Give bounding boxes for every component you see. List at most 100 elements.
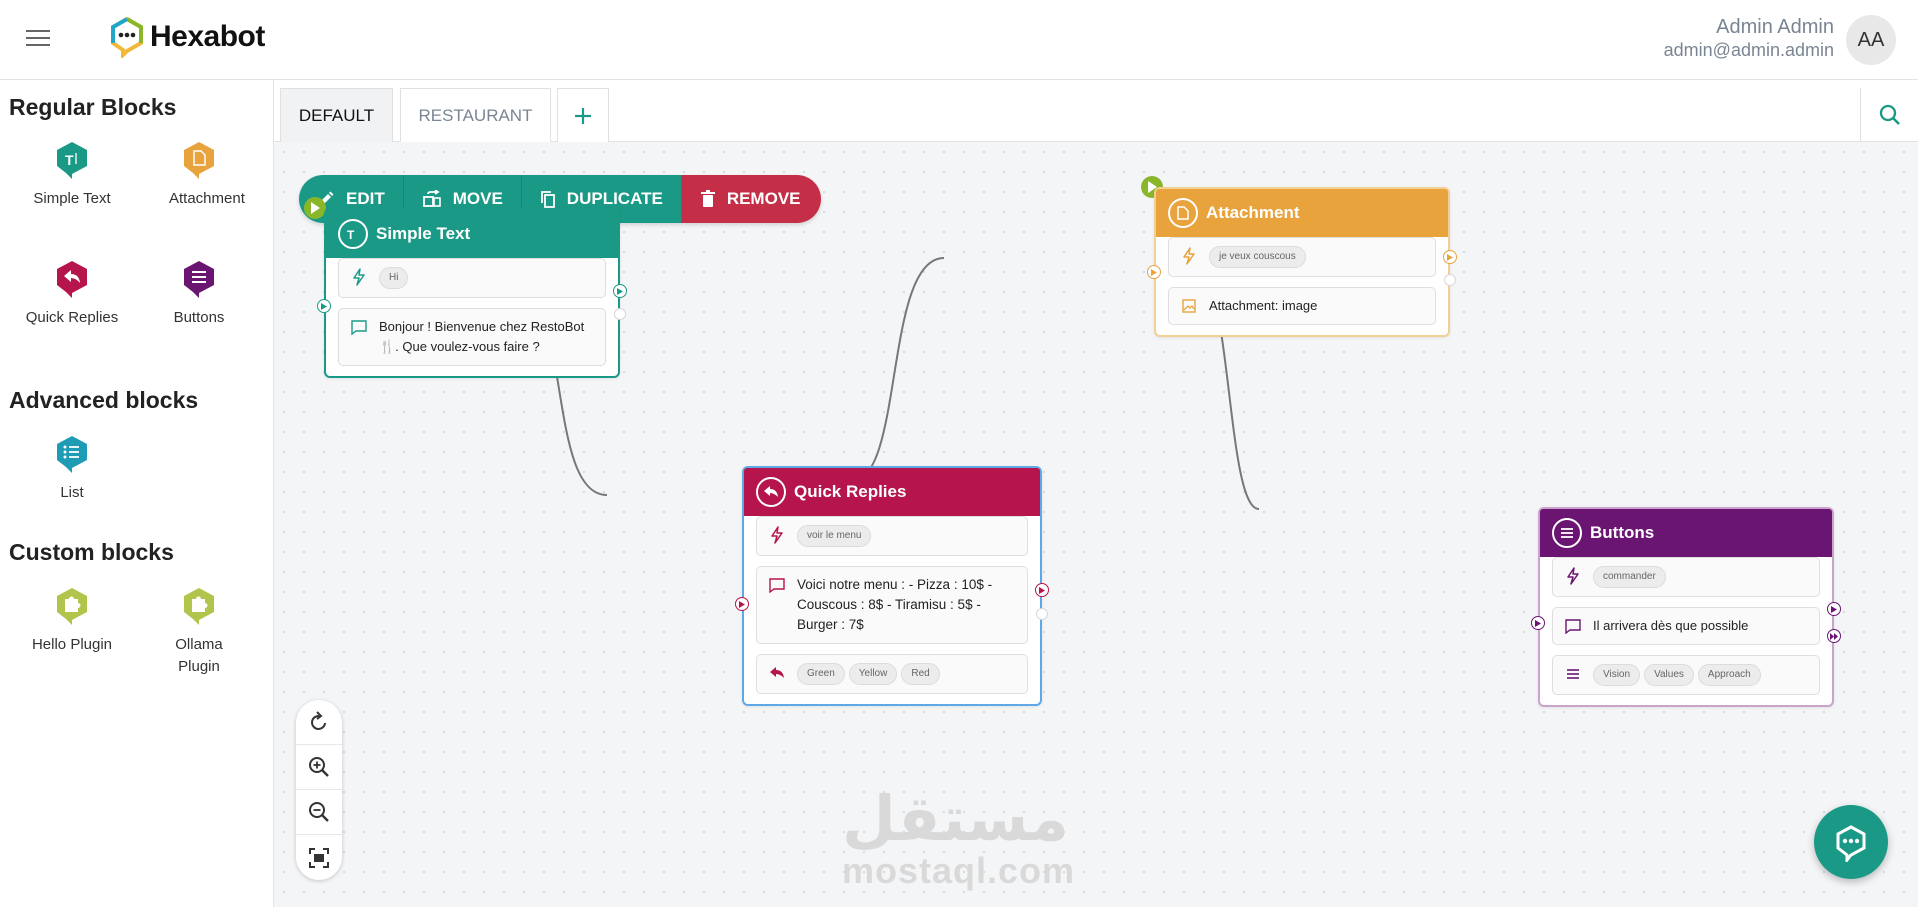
bolt-icon	[1179, 246, 1199, 266]
node-attachment[interactable]: Attachment je veux couscous Attachment: …	[1147, 187, 1457, 337]
block-attachment[interactable]: Attachment	[139, 140, 259, 210]
block-label: Simple Text	[33, 190, 111, 207]
buttons-icon	[1552, 518, 1582, 548]
node-simple-text[interactable]: T Simple Text Hi Bonjour ! Bienvenue che…	[317, 208, 627, 378]
move-label: MOVE	[452, 189, 503, 208]
section-title: Regular Blocks	[9, 94, 177, 120]
trigger-row: voir le menu	[756, 516, 1028, 556]
quick-replies-row: Green Yellow Red	[756, 654, 1028, 694]
list-icon	[57, 436, 87, 473]
block-quick-replies[interactable]: Quick Replies	[12, 259, 132, 329]
block-hello-plugin[interactable]: Hello Plugin	[12, 586, 132, 656]
start-icon	[304, 197, 326, 219]
next-port[interactable]	[1444, 274, 1456, 286]
puzzle-icon	[184, 588, 214, 625]
input-port[interactable]	[1147, 265, 1161, 279]
message-row: Attachment: image	[1168, 287, 1436, 325]
add-tab-button[interactable]	[557, 88, 609, 142]
message-text: Voici notre menu : - Pizza : 10$ - Cousc…	[797, 577, 993, 632]
attachment-icon	[184, 142, 214, 179]
message-row: Il arrivera dès que possible	[1552, 607, 1820, 645]
watermark-arabic: مستقل	[842, 785, 1069, 854]
input-port[interactable]	[1531, 616, 1545, 630]
button-chip: Vision	[1593, 664, 1641, 686]
duplicate-label: DUPLICATE	[566, 189, 663, 208]
block-simple-text[interactable]: T Simple Text	[12, 140, 132, 210]
output-port[interactable]	[1443, 250, 1457, 264]
block-label: Attachment	[169, 190, 245, 207]
svg-text:T: T	[65, 152, 74, 168]
flow-canvas[interactable]: EDIT MOVE DUPLICATE REMOVE T Simple Text…	[274, 142, 1918, 907]
block-buttons[interactable]: Buttons	[139, 259, 259, 329]
tab-default[interactable]: DEFAULT	[280, 88, 393, 142]
user-name: Admin Admin	[1716, 16, 1834, 38]
next-port[interactable]	[614, 308, 626, 320]
zoom-controls	[296, 700, 342, 880]
message-row: Voici notre menu : - Pizza : 10$ - Cousc…	[756, 566, 1028, 644]
copy-icon	[540, 191, 555, 208]
message-icon	[767, 575, 787, 595]
plus-icon	[575, 107, 591, 124]
reset-view-button[interactable]	[296, 700, 342, 745]
output-port[interactable]	[613, 284, 627, 298]
input-port[interactable]	[735, 597, 749, 611]
zoom-out-icon	[309, 802, 329, 822]
zoom-in-button[interactable]	[296, 745, 342, 790]
puzzle-icon	[57, 588, 87, 625]
attachment-icon	[1168, 198, 1198, 228]
tab-restaurant[interactable]: RESTAURANT	[400, 88, 551, 142]
edit-label: EDIT	[346, 189, 385, 208]
menu-icon[interactable]	[26, 30, 50, 48]
node-title: Attachment	[1206, 203, 1300, 222]
button-chip: Values	[1644, 664, 1694, 686]
quick-replies-icon	[57, 261, 87, 298]
zoom-in-icon	[309, 757, 329, 777]
fit-screen-icon	[309, 847, 329, 868]
bolt-icon	[349, 267, 369, 287]
trigger-chip: commander	[1593, 566, 1666, 588]
message-row: Bonjour ! Bienvenue chez RestoBot 🍴. Que…	[338, 308, 606, 366]
trash-icon	[700, 190, 715, 207]
zoom-out-button[interactable]	[296, 790, 342, 835]
fit-view-button[interactable]	[296, 835, 342, 880]
simple-text-icon: T	[57, 142, 87, 179]
trigger-row: je veux couscous	[1168, 237, 1436, 277]
node-quick-replies[interactable]: Quick Replies voir le menu Voici notre m…	[735, 466, 1049, 706]
message-text: Attachment: image	[1209, 298, 1318, 313]
block-palette: Regular Blocks T Simple Text Attachment …	[0, 80, 274, 907]
remove-button[interactable]: REMOVE	[681, 175, 821, 223]
output-port[interactable]	[1035, 583, 1049, 597]
user-email: admin@admin.admin	[1663, 40, 1834, 60]
message-text: Bonjour ! Bienvenue chez RestoBot 🍴. Que…	[379, 319, 585, 354]
logo[interactable]: Hexabot	[108, 16, 265, 58]
block-label: List	[60, 484, 84, 501]
quick-reply-chip: Green	[797, 663, 845, 685]
input-port[interactable]	[317, 299, 331, 313]
buttons-icon	[184, 261, 214, 298]
message-text: Il arrivera dès que possible	[1593, 618, 1749, 633]
trigger-chip: je veux couscous	[1209, 246, 1306, 268]
bolt-icon	[1563, 566, 1583, 586]
chat-widget-button[interactable]	[1814, 805, 1888, 879]
avatar[interactable]: AA	[1846, 15, 1896, 65]
refresh-icon	[311, 711, 326, 730]
flow-tabs: DEFAULT RESTAURANT	[274, 80, 1918, 142]
menu-lines-icon	[1563, 664, 1583, 684]
block-label: Buttons	[173, 309, 225, 326]
node-title: Simple Text	[376, 224, 471, 243]
block-ollama-plugin[interactable]: Ollama Plugin	[139, 586, 259, 678]
output-port[interactable]	[1827, 602, 1841, 616]
block-label: Quick Replies	[25, 309, 119, 326]
app-name: Hexabot	[150, 20, 265, 53]
remove-label: REMOVE	[726, 189, 801, 208]
node-buttons[interactable]: Buttons commander Il arrivera dès que po…	[1531, 507, 1841, 707]
block-label: Ollama Plugin	[175, 636, 223, 675]
block-list[interactable]: List	[12, 434, 132, 504]
search-button[interactable]	[1860, 88, 1918, 142]
trigger-row: Hi	[338, 258, 606, 298]
next-port[interactable]	[1827, 629, 1841, 643]
node-header: Buttons	[1540, 509, 1832, 557]
bolt-icon	[767, 525, 787, 545]
hexabot-logo-icon	[111, 16, 143, 58]
next-port[interactable]	[1036, 608, 1048, 620]
